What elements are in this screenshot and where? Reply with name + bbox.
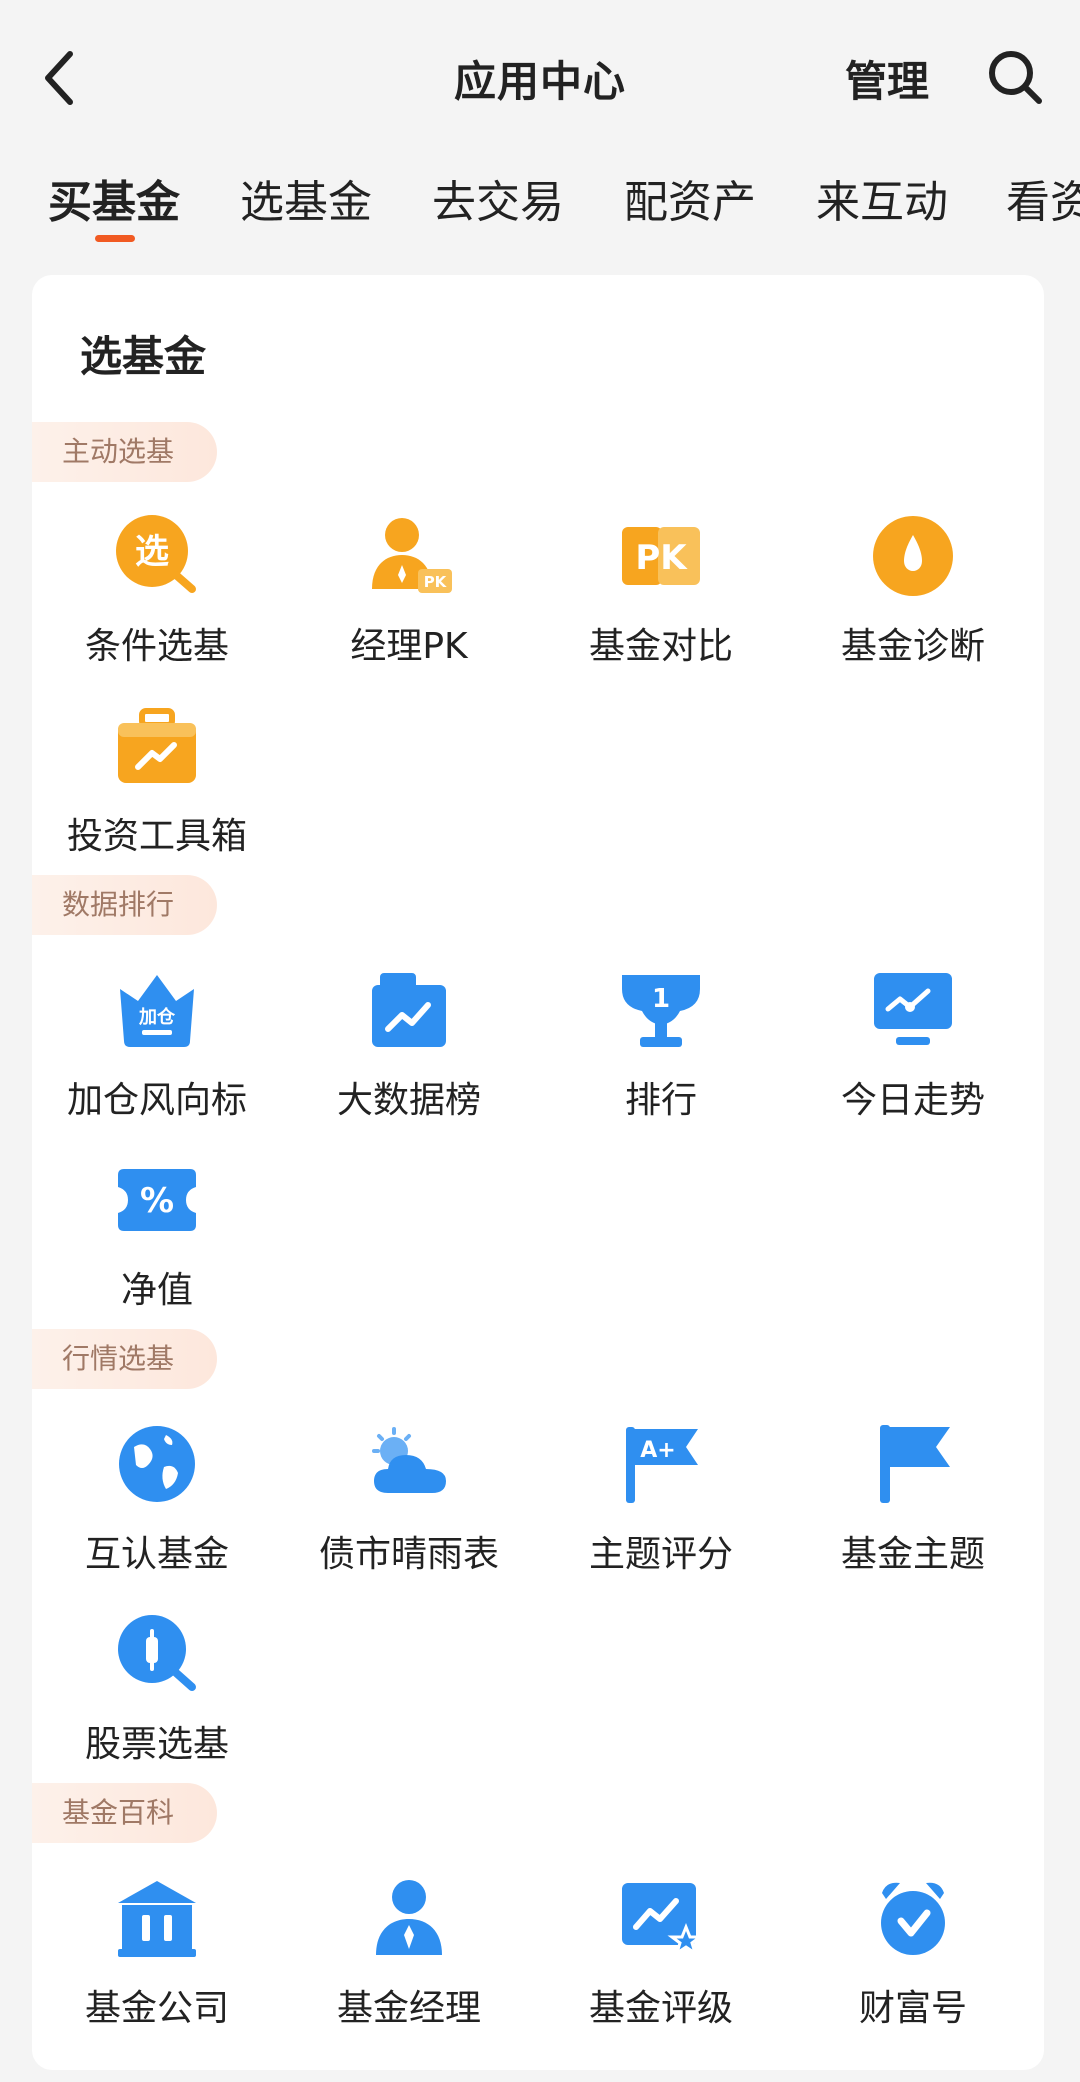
item-add-position-indicator[interactable]: 加仓 加仓风向标	[32, 967, 282, 1127]
stock-search-icon	[114, 1611, 200, 1697]
item-label: 主题评分	[588, 1534, 733, 1575]
item-mutual-recognition-fund[interactable]: 互认基金	[32, 1421, 282, 1581]
bank-building-icon	[114, 1875, 200, 1961]
svg-text:PK: PK	[635, 538, 688, 578]
grade-flag-icon: A+	[618, 1421, 704, 1507]
tab-trade[interactable]: 去交易	[432, 166, 564, 246]
manager-pk-icon: PK	[366, 513, 452, 599]
svg-text:加仓: 加仓	[138, 1006, 176, 1028]
search-icon	[989, 51, 1042, 104]
select-fund-card: 选基金 主动选基 选 条件选基 PK 经理PK PK 基金对比 基金诊断 投资工…	[32, 275, 1044, 2070]
item-label: 基金评级	[588, 1988, 733, 2029]
item-fund-theme[interactable]: 基金主题	[788, 1421, 1038, 1581]
item-fund-manager[interactable]: 基金经理	[284, 1875, 534, 2035]
tab-allocate[interactable]: 配资产	[624, 166, 756, 246]
category-tabs: 买基金 选基金 去交易 配资产 来互动 看资	[0, 160, 1080, 250]
item-label: 财富号	[858, 1988, 967, 2029]
item-wealth-account[interactable]: 财富号	[788, 1875, 1038, 2035]
item-stock-select-fund[interactable]: 股票选基	[32, 1611, 282, 1771]
chevron-left-icon	[45, 51, 73, 105]
item-label: 今日走势	[840, 1080, 985, 1121]
tab-view[interactable]: 看资	[1006, 166, 1080, 246]
item-fund-diagnosis[interactable]: 基金诊断	[788, 513, 1038, 673]
item-label: 股票选基	[84, 1724, 229, 1765]
item-label: 互认基金	[84, 1534, 229, 1575]
globe-icon	[114, 1421, 200, 1507]
item-label: 加仓风向标	[66, 1080, 247, 1121]
item-ranking[interactable]: 1 排行	[536, 967, 786, 1127]
item-fund-compare[interactable]: PK 基金对比	[536, 513, 786, 673]
flag-icon	[870, 1421, 956, 1507]
item-label: 基金公司	[84, 1988, 229, 2029]
item-label: 基金经理	[336, 1988, 481, 2029]
item-label: 净值	[120, 1270, 193, 1311]
item-theme-score[interactable]: A+ 主题评分	[536, 1421, 786, 1581]
back-button[interactable]	[30, 38, 90, 118]
filter-search-icon: 选	[114, 513, 200, 599]
data-chart-icon	[366, 967, 452, 1053]
monitor-trend-icon	[870, 967, 956, 1053]
manage-button[interactable]: 管理	[845, 48, 929, 109]
section-tag-data-ranking: 数据排行	[32, 875, 217, 935]
item-net-value[interactable]: % 净值	[32, 1157, 282, 1317]
diagnosis-drop-icon	[870, 513, 956, 599]
rating-star-icon	[618, 1875, 704, 1961]
crown-add-icon: 加仓	[114, 967, 200, 1053]
pk-compare-icon: PK	[618, 513, 704, 599]
svg-text:1: 1	[652, 984, 670, 1014]
item-big-data-list[interactable]: 大数据榜	[284, 967, 534, 1127]
item-label: 基金对比	[588, 626, 733, 667]
tab-select-fund[interactable]: 选基金	[240, 166, 372, 246]
svg-text:选: 选	[135, 532, 169, 572]
tab-interact[interactable]: 来互动	[816, 166, 948, 246]
svg-text:A+: A+	[640, 1438, 675, 1463]
item-bond-barometer[interactable]: 债市晴雨表	[284, 1421, 534, 1581]
percent-coupon-icon: %	[114, 1157, 200, 1243]
item-label: 大数据榜	[336, 1080, 481, 1121]
item-manager-pk[interactable]: PK 经理PK	[284, 513, 534, 673]
item-label: 经理PK	[350, 626, 468, 667]
svg-text:PK: PK	[424, 573, 448, 591]
item-label: 投资工具箱	[66, 816, 247, 857]
section-tag-market-select: 行情选基	[32, 1329, 217, 1389]
tab-buy-fund[interactable]: 买基金	[48, 166, 180, 246]
section-tag-active-select: 主动选基	[32, 422, 217, 482]
item-label: 债市晴雨表	[318, 1534, 499, 1575]
item-label: 条件选基	[84, 626, 229, 667]
top-bar: 应用中心 管理	[0, 0, 1080, 150]
item-condition-select[interactable]: 选 条件选基	[32, 513, 282, 673]
item-fund-company[interactable]: 基金公司	[32, 1875, 282, 2035]
weather-cloud-icon	[366, 1421, 452, 1507]
svg-text:%: %	[140, 1181, 174, 1221]
section-tag-fund-encyclopedia: 基金百科	[32, 1783, 217, 1843]
item-fund-rating[interactable]: 基金评级	[536, 1875, 786, 2035]
search-button[interactable]	[980, 42, 1050, 112]
manager-person-icon	[366, 1875, 452, 1961]
item-label: 排行	[624, 1080, 697, 1121]
card-title: 选基金	[80, 332, 207, 381]
item-toolbox[interactable]: 投资工具箱	[32, 703, 282, 863]
toolbox-icon	[114, 703, 200, 789]
item-label: 基金诊断	[840, 626, 985, 667]
alarm-clock-icon	[870, 1875, 956, 1961]
trophy-icon: 1	[618, 967, 704, 1053]
item-label: 基金主题	[840, 1534, 985, 1575]
active-tab-indicator	[95, 235, 135, 242]
item-today-trend[interactable]: 今日走势	[788, 967, 1038, 1127]
